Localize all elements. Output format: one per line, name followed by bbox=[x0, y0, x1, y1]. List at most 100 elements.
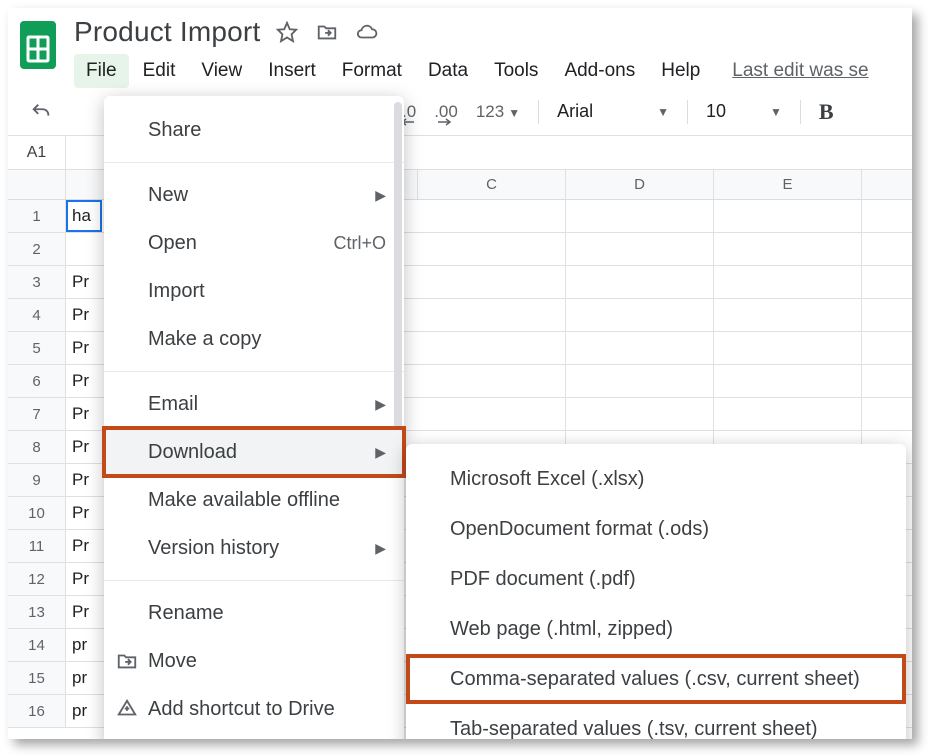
cell[interactable] bbox=[566, 233, 714, 265]
decrease-decimal-button[interactable]: .0 bbox=[402, 102, 416, 122]
row-header[interactable]: 16 bbox=[8, 695, 66, 727]
row-header[interactable]: 5 bbox=[8, 332, 66, 364]
cell[interactable] bbox=[862, 299, 912, 331]
submenu-item-xlsx[interactable]: Microsoft Excel (.xlsx) bbox=[406, 454, 906, 504]
cell[interactable] bbox=[862, 233, 912, 265]
cell[interactable]: Pr bbox=[66, 365, 102, 397]
submenu-item-csv[interactable]: Comma-separated values (.csv, current sh… bbox=[406, 654, 906, 704]
menu-edit[interactable]: Edit bbox=[131, 54, 188, 88]
cell[interactable] bbox=[566, 332, 714, 364]
menu-format[interactable]: Format bbox=[330, 54, 414, 88]
menu-file[interactable]: File bbox=[74, 54, 129, 88]
cell[interactable] bbox=[566, 266, 714, 298]
row-header[interactable]: 1 bbox=[8, 200, 66, 232]
menu-item-add-shortcut[interactable]: Add shortcut to Drive bbox=[104, 685, 404, 733]
font-size-select[interactable]: 10▼ bbox=[706, 101, 782, 122]
row-header[interactable]: 2 bbox=[8, 233, 66, 265]
column-header[interactable]: D bbox=[566, 170, 714, 199]
submenu-item-ods[interactable]: OpenDocument format (.ods) bbox=[406, 504, 906, 554]
cell[interactable]: ha bbox=[66, 200, 102, 232]
menu-item-import[interactable]: Import bbox=[104, 267, 404, 315]
cell[interactable] bbox=[418, 200, 566, 232]
cell[interactable]: Pr bbox=[66, 398, 102, 430]
cell[interactable] bbox=[714, 365, 862, 397]
row-header[interactable]: 4 bbox=[8, 299, 66, 331]
row-header[interactable]: 7 bbox=[8, 398, 66, 430]
cell[interactable] bbox=[418, 233, 566, 265]
menu-item-email[interactable]: Email ▶ bbox=[104, 380, 404, 428]
cell[interactable]: Pr bbox=[66, 530, 102, 562]
document-title[interactable]: Product Import bbox=[74, 16, 260, 48]
cell[interactable] bbox=[714, 266, 862, 298]
cloud-status-icon[interactable] bbox=[354, 19, 380, 45]
menu-item-rename[interactable]: Rename bbox=[104, 589, 404, 637]
submenu-item-pdf[interactable]: PDF document (.pdf) bbox=[406, 554, 906, 604]
cell[interactable] bbox=[714, 200, 862, 232]
cell[interactable]: Pr bbox=[66, 563, 102, 595]
increase-decimal-button[interactable]: .00 bbox=[434, 102, 458, 122]
cell[interactable] bbox=[862, 200, 912, 232]
row-header[interactable]: 15 bbox=[8, 662, 66, 694]
cell[interactable] bbox=[418, 365, 566, 397]
menu-view[interactable]: View bbox=[189, 54, 254, 88]
column-header[interactable]: F bbox=[862, 170, 912, 199]
menu-insert[interactable]: Insert bbox=[256, 54, 328, 88]
cell[interactable] bbox=[862, 398, 912, 430]
cell[interactable] bbox=[566, 200, 714, 232]
column-header[interactable]: E bbox=[714, 170, 862, 199]
cell[interactable] bbox=[66, 233, 102, 265]
undo-button[interactable] bbox=[28, 99, 54, 125]
move-to-folder-icon[interactable] bbox=[314, 19, 340, 45]
column-header[interactable]: C bbox=[418, 170, 566, 199]
cell[interactable] bbox=[714, 398, 862, 430]
cell[interactable] bbox=[714, 299, 862, 331]
cell[interactable] bbox=[862, 365, 912, 397]
menu-item-open[interactable]: Open Ctrl+O bbox=[104, 219, 404, 267]
cell[interactable]: Pr bbox=[66, 299, 102, 331]
cell[interactable] bbox=[862, 332, 912, 364]
menu-item-offline[interactable]: Make available offline bbox=[104, 476, 404, 524]
cell[interactable] bbox=[566, 365, 714, 397]
row-header[interactable]: 14 bbox=[8, 629, 66, 661]
bold-button[interactable]: B bbox=[819, 99, 834, 125]
menu-item-version-history[interactable]: Version history ▶ bbox=[104, 524, 404, 572]
cell[interactable]: pr bbox=[66, 629, 102, 661]
select-all-corner[interactable] bbox=[8, 170, 66, 199]
cell[interactable] bbox=[714, 332, 862, 364]
menu-item-new[interactable]: New ▶ bbox=[104, 171, 404, 219]
font-family-select[interactable]: Arial▼ bbox=[557, 101, 669, 122]
row-header[interactable]: 8 bbox=[8, 431, 66, 463]
menu-item-make-copy[interactable]: Make a copy bbox=[104, 315, 404, 363]
cell[interactable]: pr bbox=[66, 662, 102, 694]
cell[interactable] bbox=[566, 398, 714, 430]
row-header[interactable]: 3 bbox=[8, 266, 66, 298]
row-header[interactable]: 10 bbox=[8, 497, 66, 529]
menu-data[interactable]: Data bbox=[416, 54, 480, 88]
sheets-logo[interactable] bbox=[16, 16, 60, 74]
format-more-button[interactable]: 123▼ bbox=[476, 102, 520, 122]
submenu-item-tsv[interactable]: Tab-separated values (.tsv, current shee… bbox=[406, 704, 906, 739]
cell[interactable] bbox=[566, 299, 714, 331]
cell[interactable] bbox=[418, 299, 566, 331]
cell[interactable]: Pr bbox=[66, 332, 102, 364]
menu-item-share[interactable]: Share bbox=[104, 106, 404, 154]
cell[interactable]: Pr bbox=[66, 266, 102, 298]
cell[interactable] bbox=[418, 332, 566, 364]
row-header[interactable]: 13 bbox=[8, 596, 66, 628]
menu-item-move[interactable]: Move bbox=[104, 637, 404, 685]
cell[interactable] bbox=[862, 266, 912, 298]
cell[interactable]: Pr bbox=[66, 596, 102, 628]
star-icon[interactable] bbox=[274, 19, 300, 45]
row-header[interactable]: 11 bbox=[8, 530, 66, 562]
cell[interactable] bbox=[418, 266, 566, 298]
row-header[interactable]: 6 bbox=[8, 365, 66, 397]
menu-help[interactable]: Help bbox=[649, 54, 712, 88]
cell[interactable]: Pr bbox=[66, 497, 102, 529]
menu-item-download[interactable]: Download ▶ bbox=[104, 428, 404, 476]
row-header[interactable]: 9 bbox=[8, 464, 66, 496]
cell[interactable] bbox=[418, 398, 566, 430]
menu-addons[interactable]: Add-ons bbox=[552, 54, 647, 88]
cell[interactable]: Pr bbox=[66, 464, 102, 496]
submenu-item-html[interactable]: Web page (.html, zipped) bbox=[406, 604, 906, 654]
cell[interactable]: pr bbox=[66, 695, 102, 727]
